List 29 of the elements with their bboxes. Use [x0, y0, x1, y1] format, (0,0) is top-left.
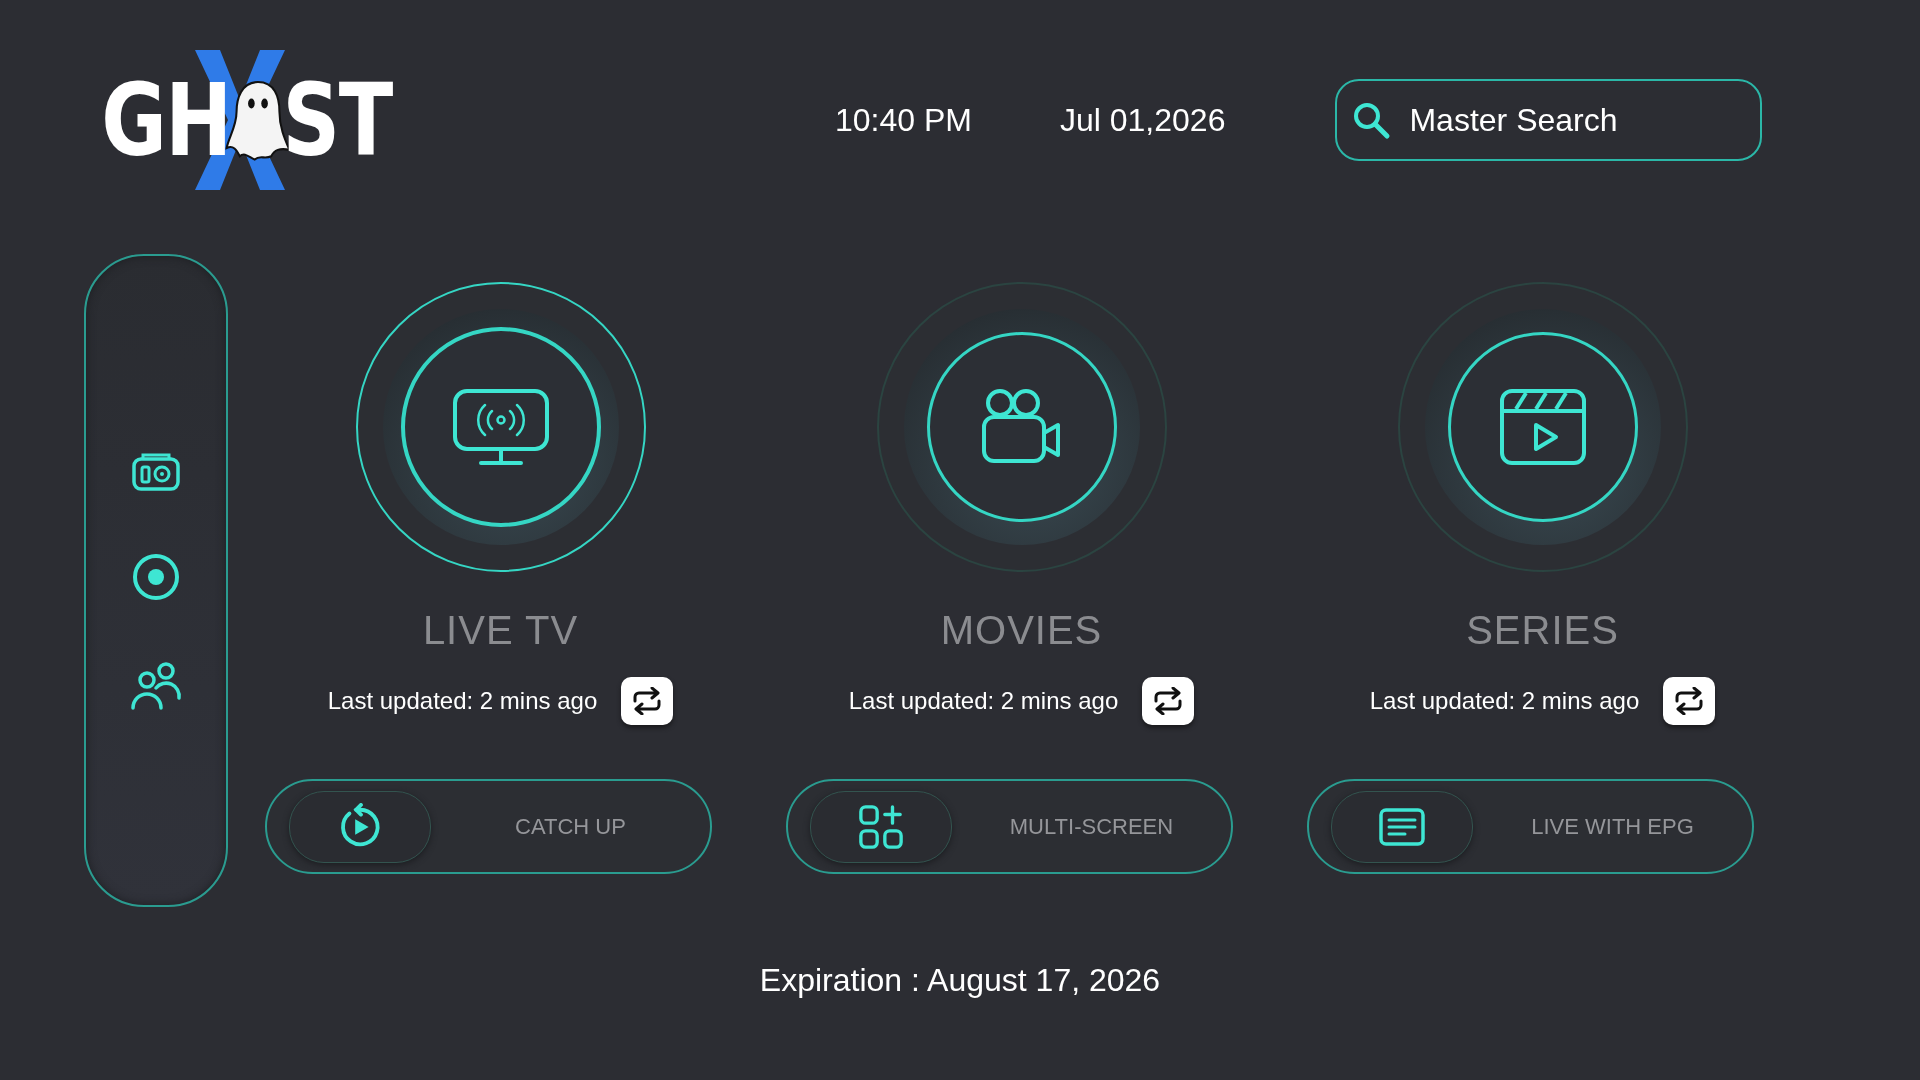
repeat-icon — [631, 687, 664, 715]
last-updated-text: Last updated: 2 mins ago — [327, 687, 598, 715]
grid-plus-icon — [858, 803, 904, 850]
refresh-button[interactable] — [1142, 677, 1195, 725]
logo-text: ST — [282, 61, 392, 179]
clock-time: 10:40 PM — [835, 101, 972, 139]
last-updated-text: Last updated: 2 mins ago — [1369, 687, 1640, 715]
date-text: Jul 01,2026 — [1059, 101, 1226, 139]
logo-text: GH — [101, 61, 231, 179]
tv-icon — [450, 387, 551, 467]
search-field[interactable]: Master Search — [1335, 79, 1763, 161]
list-icon — [1378, 806, 1426, 847]
last-updated-text: Last updated: 2 mins ago — [848, 687, 1119, 715]
users-icon[interactable] — [130, 661, 182, 710]
search-icon — [1351, 100, 1392, 140]
category-title: MOVIES — [940, 608, 1103, 653]
action-button[interactable]: CATCH UP — [265, 779, 712, 874]
category-title: LIVE TV — [422, 608, 579, 653]
action-button[interactable]: LIVE WITH EPG — [1307, 779, 1754, 874]
refresh-button[interactable] — [621, 677, 674, 725]
repeat-icon — [1152, 687, 1185, 715]
repeat-icon — [1673, 687, 1706, 715]
refresh-button[interactable] — [1663, 677, 1716, 725]
expiration-text: Expiration : August 17, 2026 — [759, 962, 1161, 999]
record-icon[interactable] — [131, 551, 181, 602]
category-title: SERIES — [1466, 608, 1619, 653]
action-button[interactable]: MULTI-SCREEN — [786, 779, 1233, 874]
clapperboard-icon — [1497, 387, 1588, 467]
radio-icon[interactable] — [131, 451, 181, 492]
